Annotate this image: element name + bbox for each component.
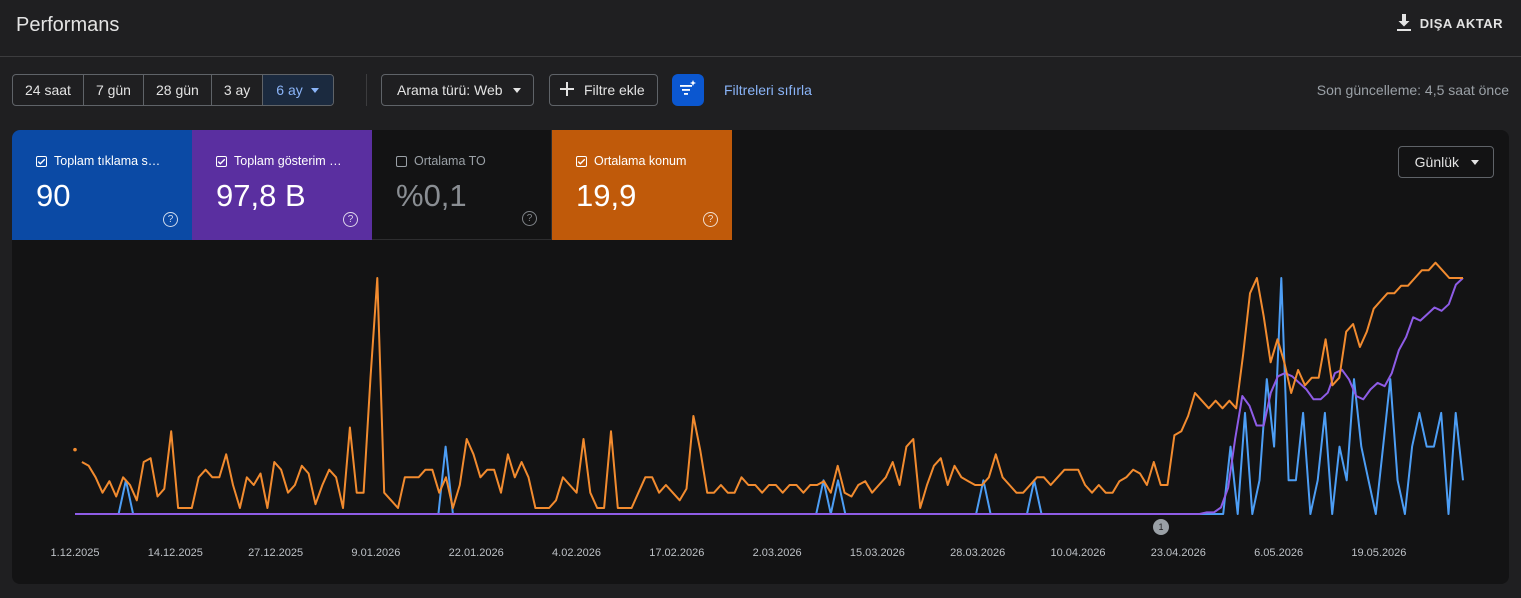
search-type-dropdown[interactable]: Arama türü: Web xyxy=(381,74,534,106)
performance-chart-card: 1.12.2025 14.12.2025 27.12.2025 9.01.2026 22… xyxy=(12,130,1509,584)
date-range-7d[interactable]: 7 gün xyxy=(84,75,144,105)
date-range-6m[interactable]: 6 ay xyxy=(263,75,333,105)
export-button[interactable]: DIŞA AKTAR xyxy=(1396,14,1503,32)
sparkle-filter-icon xyxy=(679,79,697,101)
add-filter-label: Filtre ekle xyxy=(584,82,645,98)
checkbox-checked-icon[interactable] xyxy=(36,155,47,167)
series-point-position-first xyxy=(73,447,77,452)
smart-filter-button[interactable] xyxy=(672,74,704,106)
date-range-24h[interactable]: 24 saat xyxy=(13,75,84,105)
x-tick-label: 10.04.2026 xyxy=(1050,547,1105,559)
last-update-text: Son güncelleme: 4,5 saat önce xyxy=(1316,82,1509,98)
granularity-dropdown[interactable]: Günlük xyxy=(1397,146,1494,178)
metric-card-impressions[interactable]: Toplam gösterim … 97,8 B ? xyxy=(192,130,372,240)
download-icon xyxy=(1396,14,1412,32)
toolbar: 24 saat 7 gün 28 gün 3 ay 6 ay Arama tür… xyxy=(12,74,1509,106)
granularity-label: Günlük xyxy=(1414,154,1459,170)
help-icon[interactable]: ? xyxy=(343,212,358,227)
checkbox-unchecked-icon[interactable] xyxy=(396,155,407,167)
x-tick-label: 2.03.2026 xyxy=(753,547,802,559)
date-range-6m-label: 6 ay xyxy=(276,82,303,98)
annotation-marker-label: 1 xyxy=(1158,522,1163,532)
help-icon[interactable]: ? xyxy=(703,212,718,227)
metric-label: Ortalama TO xyxy=(414,154,486,168)
page-title: Performans xyxy=(16,14,120,36)
metric-value: 19,9 xyxy=(576,178,637,213)
metric-value: 97,8 B xyxy=(216,178,306,213)
search-type-label: Arama türü: Web xyxy=(397,82,503,98)
x-tick-label: 14.12.2025 xyxy=(148,547,203,559)
x-tick-label: 4.02.2026 xyxy=(552,547,601,559)
x-tick-label: 28.03.2026 xyxy=(950,547,1005,559)
toolbar-divider xyxy=(366,74,367,106)
export-label: DIŞA AKTAR xyxy=(1419,15,1503,31)
x-tick-label: 22.01.2026 xyxy=(449,547,504,559)
date-range-28d[interactable]: 28 gün xyxy=(144,75,212,105)
plus-icon xyxy=(560,81,574,99)
metric-card-ctr[interactable]: Ortalama TO %0,1 ? xyxy=(372,130,552,240)
x-tick-label: 19.05.2026 xyxy=(1351,547,1406,559)
x-tick-label: 15.03.2026 xyxy=(850,547,905,559)
metric-label: Toplam gösterim … xyxy=(234,154,342,168)
x-tick-label: 6.05.2026 xyxy=(1254,547,1303,559)
metric-label: Toplam tıklama s… xyxy=(54,154,161,168)
metric-value: 90 xyxy=(36,178,71,213)
x-tick-label: 17.02.2026 xyxy=(649,547,704,559)
x-tick-label: 9.01.2026 xyxy=(351,547,400,559)
chevron-down-icon xyxy=(512,87,521,93)
chevron-down-icon xyxy=(310,87,319,93)
help-icon[interactable]: ? xyxy=(522,211,537,226)
metric-card-position[interactable]: Ortalama konum 19,9 ? xyxy=(552,130,732,240)
x-tick-label: 23.04.2026 xyxy=(1151,547,1206,559)
series-line-position xyxy=(81,261,1463,509)
x-tick-label: 27.12.2025 xyxy=(248,547,303,559)
reset-filters-link[interactable]: Filtreleri sıfırla xyxy=(724,82,812,98)
checkbox-checked-icon[interactable] xyxy=(576,155,587,167)
date-range-3m[interactable]: 3 ay xyxy=(212,75,264,105)
date-range-selector: 24 saat 7 gün 28 gün 3 ay 6 ay xyxy=(12,74,334,106)
metric-card-clicks[interactable]: Toplam tıklama s… 90 ? xyxy=(12,130,192,240)
help-icon[interactable]: ? xyxy=(163,212,178,227)
metric-label: Ortalama konum xyxy=(594,154,687,168)
chevron-down-icon xyxy=(1471,159,1479,165)
checkbox-checked-icon[interactable] xyxy=(216,155,227,167)
add-filter-button[interactable]: Filtre ekle xyxy=(549,74,658,106)
page-header: Performans DIŞA AKTAR xyxy=(0,0,1521,57)
metric-value: %0,1 xyxy=(396,178,467,213)
x-tick-label: 1.12.2025 xyxy=(51,547,100,559)
